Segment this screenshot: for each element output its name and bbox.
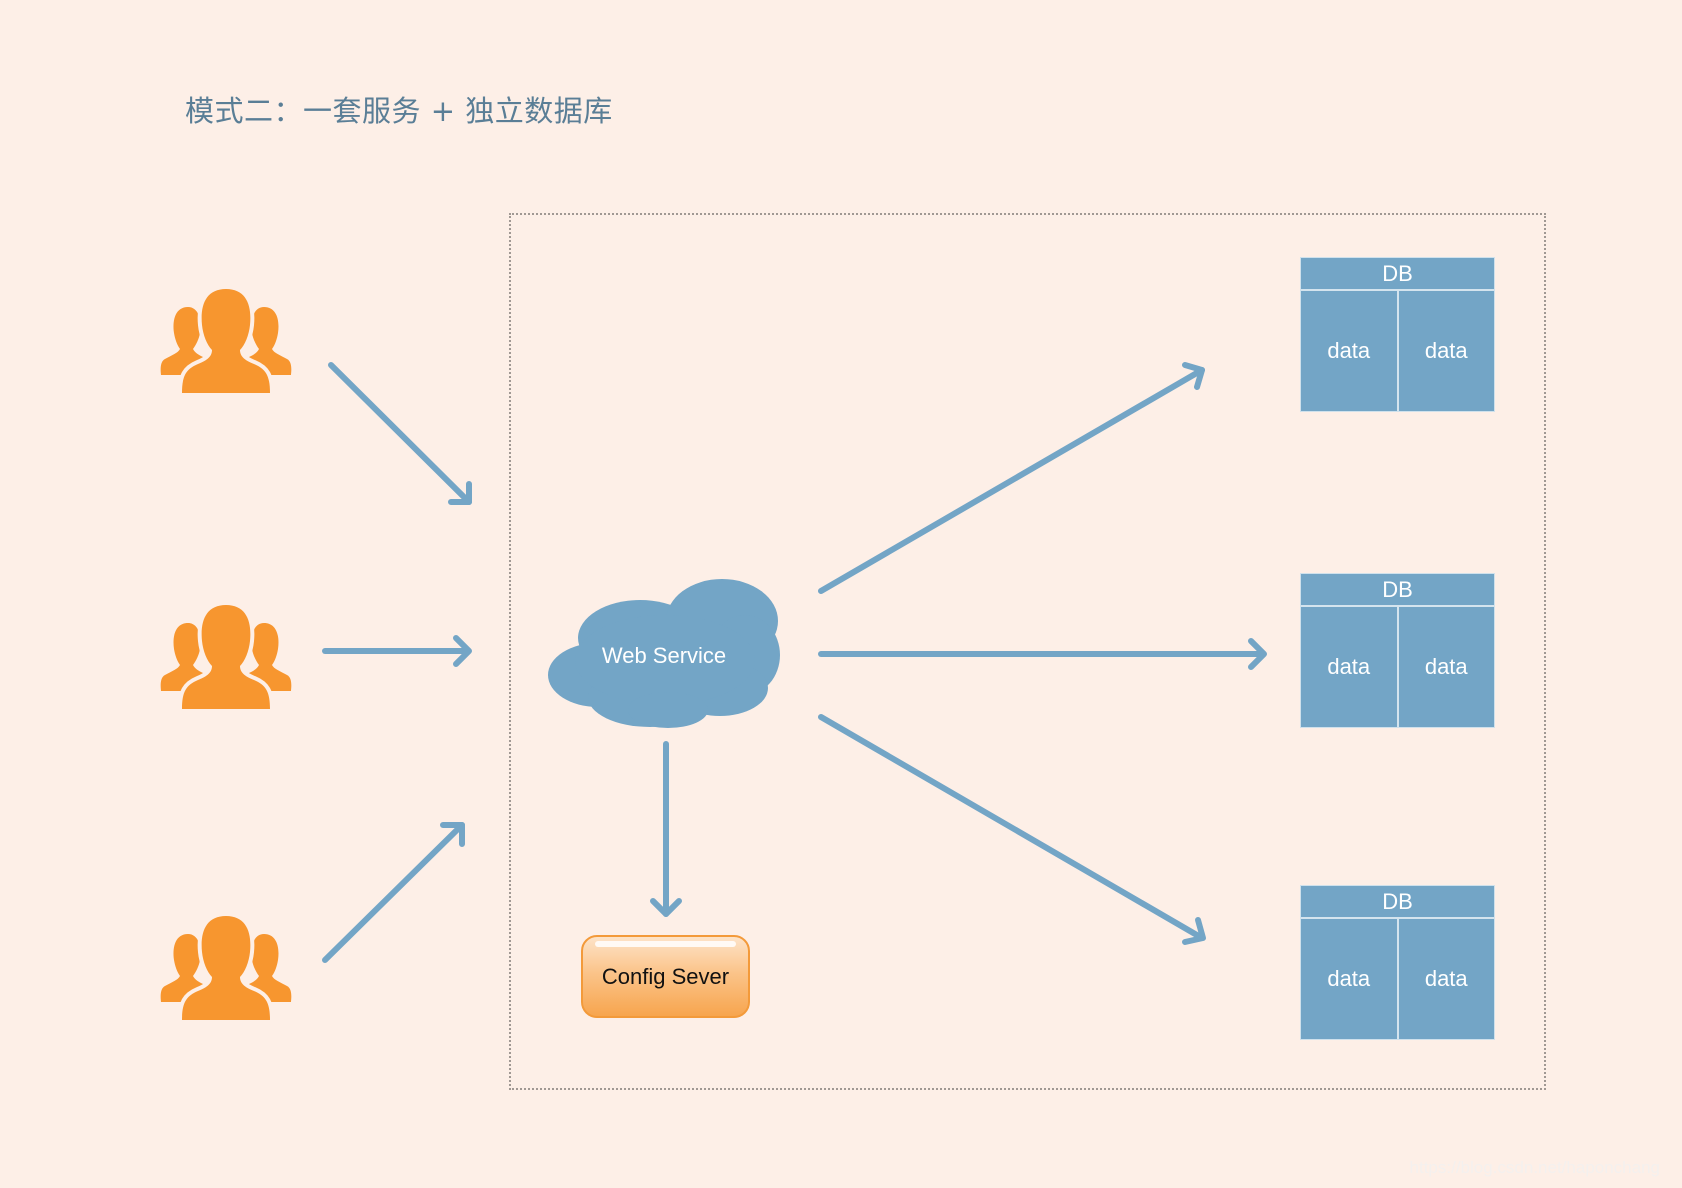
arrow-service-to-db2 — [818, 638, 1267, 670]
users-group-icon — [161, 916, 292, 1020]
arrow-service-to-config — [650, 741, 682, 917]
database-node-3: DB data data — [1300, 885, 1495, 1040]
db-data-cell: data — [1396, 919, 1495, 1039]
arrow-user3-to-service — [322, 822, 465, 963]
db-data-cell: data — [1327, 338, 1371, 363]
users-group-icon — [161, 605, 292, 709]
db-data-cell: data — [1327, 654, 1371, 679]
db-header: DB — [1301, 886, 1494, 919]
user-group-1 — [161, 289, 292, 393]
watermark-text: https://blog.csdn.net/haponchang — [1409, 1158, 1660, 1177]
web-service-label: Web Service — [601, 643, 727, 668]
user-group-3 — [161, 916, 292, 1020]
database-node-2: DB data data — [1300, 573, 1495, 728]
arrow-user1-to-service — [328, 362, 472, 505]
users-group-icon — [161, 289, 292, 393]
db-header: DB — [1301, 258, 1494, 291]
database-node-1: DB data data — [1300, 257, 1495, 412]
config-server-label: Config Sever — [601, 963, 730, 989]
db-data-cell: data — [1327, 966, 1371, 991]
arrow-user2-to-service — [322, 635, 472, 667]
db-data-cell: data — [1396, 291, 1495, 411]
db-data-cell: data — [1396, 607, 1495, 727]
config-server-node: Config Sever — [581, 935, 750, 1018]
arrow-service-to-db1 — [818, 362, 1205, 594]
arrow-service-to-db3 — [818, 714, 1206, 945]
user-group-2 — [161, 605, 292, 709]
db-header: DB — [1301, 574, 1494, 607]
